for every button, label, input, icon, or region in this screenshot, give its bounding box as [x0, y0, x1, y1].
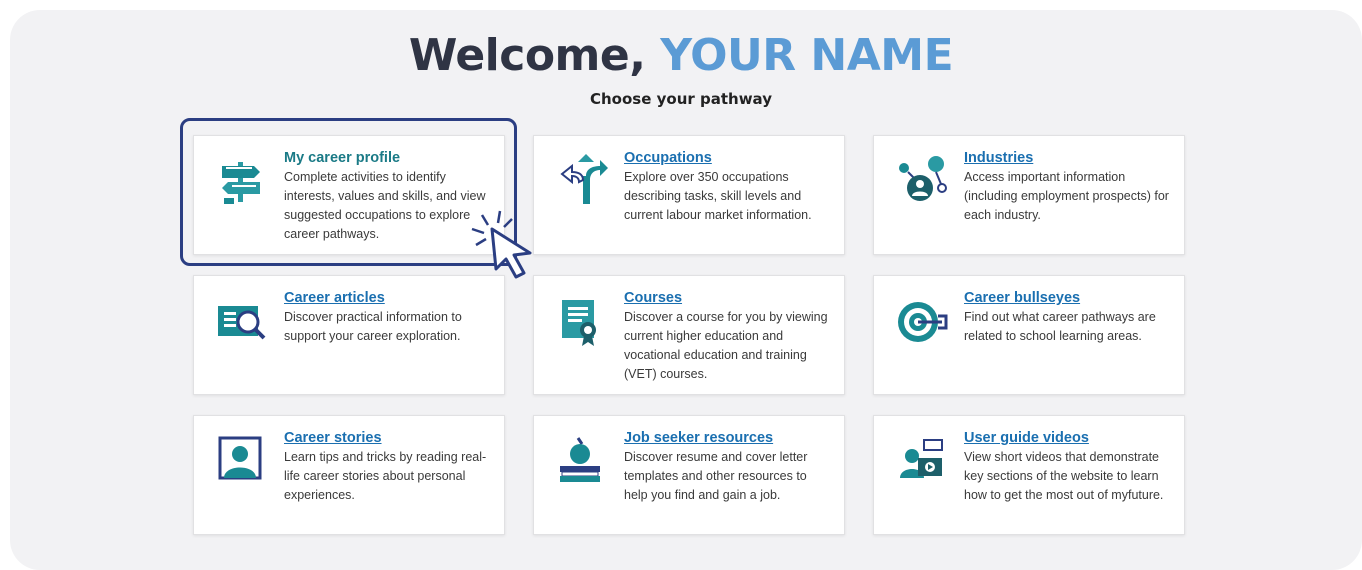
- card-description: Discover practical information to suppor…: [284, 310, 462, 343]
- card-courses[interactable]: Courses Discover a course for you by vie…: [533, 275, 845, 395]
- card-title[interactable]: User guide videos: [964, 430, 1174, 446]
- user-name: YOUR NAME: [660, 30, 954, 81]
- article-search-icon: [216, 294, 268, 346]
- card-career-articles[interactable]: Career articles Discover practical infor…: [193, 275, 505, 395]
- card-career-stories[interactable]: Career stories Learn tips and tricks by …: [193, 415, 505, 535]
- card-description: Discover a course for you by viewing cur…: [624, 310, 828, 381]
- card-description: Find out what career pathways are relate…: [964, 310, 1156, 343]
- card-title[interactable]: Career stories: [284, 430, 494, 446]
- card-title[interactable]: Courses: [624, 290, 834, 306]
- welcome-prefix: Welcome,: [408, 30, 661, 81]
- person-story-icon: [216, 434, 268, 486]
- apple-books-icon: [556, 434, 608, 486]
- card-title[interactable]: Job seeker resources: [624, 430, 834, 446]
- pointer-cursor-icon: [468, 207, 548, 287]
- certificate-icon: [556, 294, 608, 346]
- card-description: Discover resume and cover letter templat…: [624, 450, 808, 502]
- card-description: Learn tips and tricks by reading real-li…: [284, 450, 487, 502]
- card-user-guide-videos[interactable]: User guide videos View short videos that…: [873, 415, 1185, 535]
- card-career-bullseyes[interactable]: Career bullseyes Find out what career pa…: [873, 275, 1185, 395]
- selected-card-highlight: [180, 118, 517, 266]
- card-job-seeker-resources[interactable]: Job seeker resources Discover resume and…: [533, 415, 845, 535]
- industry-network-icon: [896, 154, 948, 206]
- card-industries[interactable]: Industries Access important information …: [873, 135, 1185, 255]
- bullseye-target-icon: [896, 294, 948, 346]
- card-title[interactable]: Career bullseyes: [964, 290, 1174, 306]
- card-title[interactable]: Career articles: [284, 290, 494, 306]
- card-description: Explore over 350 occupations describing …: [624, 170, 812, 222]
- card-occupations[interactable]: Occupations Explore over 350 occupations…: [533, 135, 845, 255]
- directions-arrows-icon: [556, 154, 608, 206]
- card-description: Access important information (including …: [964, 170, 1169, 222]
- card-title[interactable]: Occupations: [624, 150, 834, 166]
- card-title[interactable]: Industries: [964, 150, 1174, 166]
- card-description: View short videos that demonstrate key s…: [964, 450, 1164, 502]
- video-guide-icon: [896, 434, 948, 486]
- page-title: Welcome, YOUR NAME: [0, 30, 1362, 82]
- page-subtitle: Choose your pathway: [589, 90, 772, 108]
